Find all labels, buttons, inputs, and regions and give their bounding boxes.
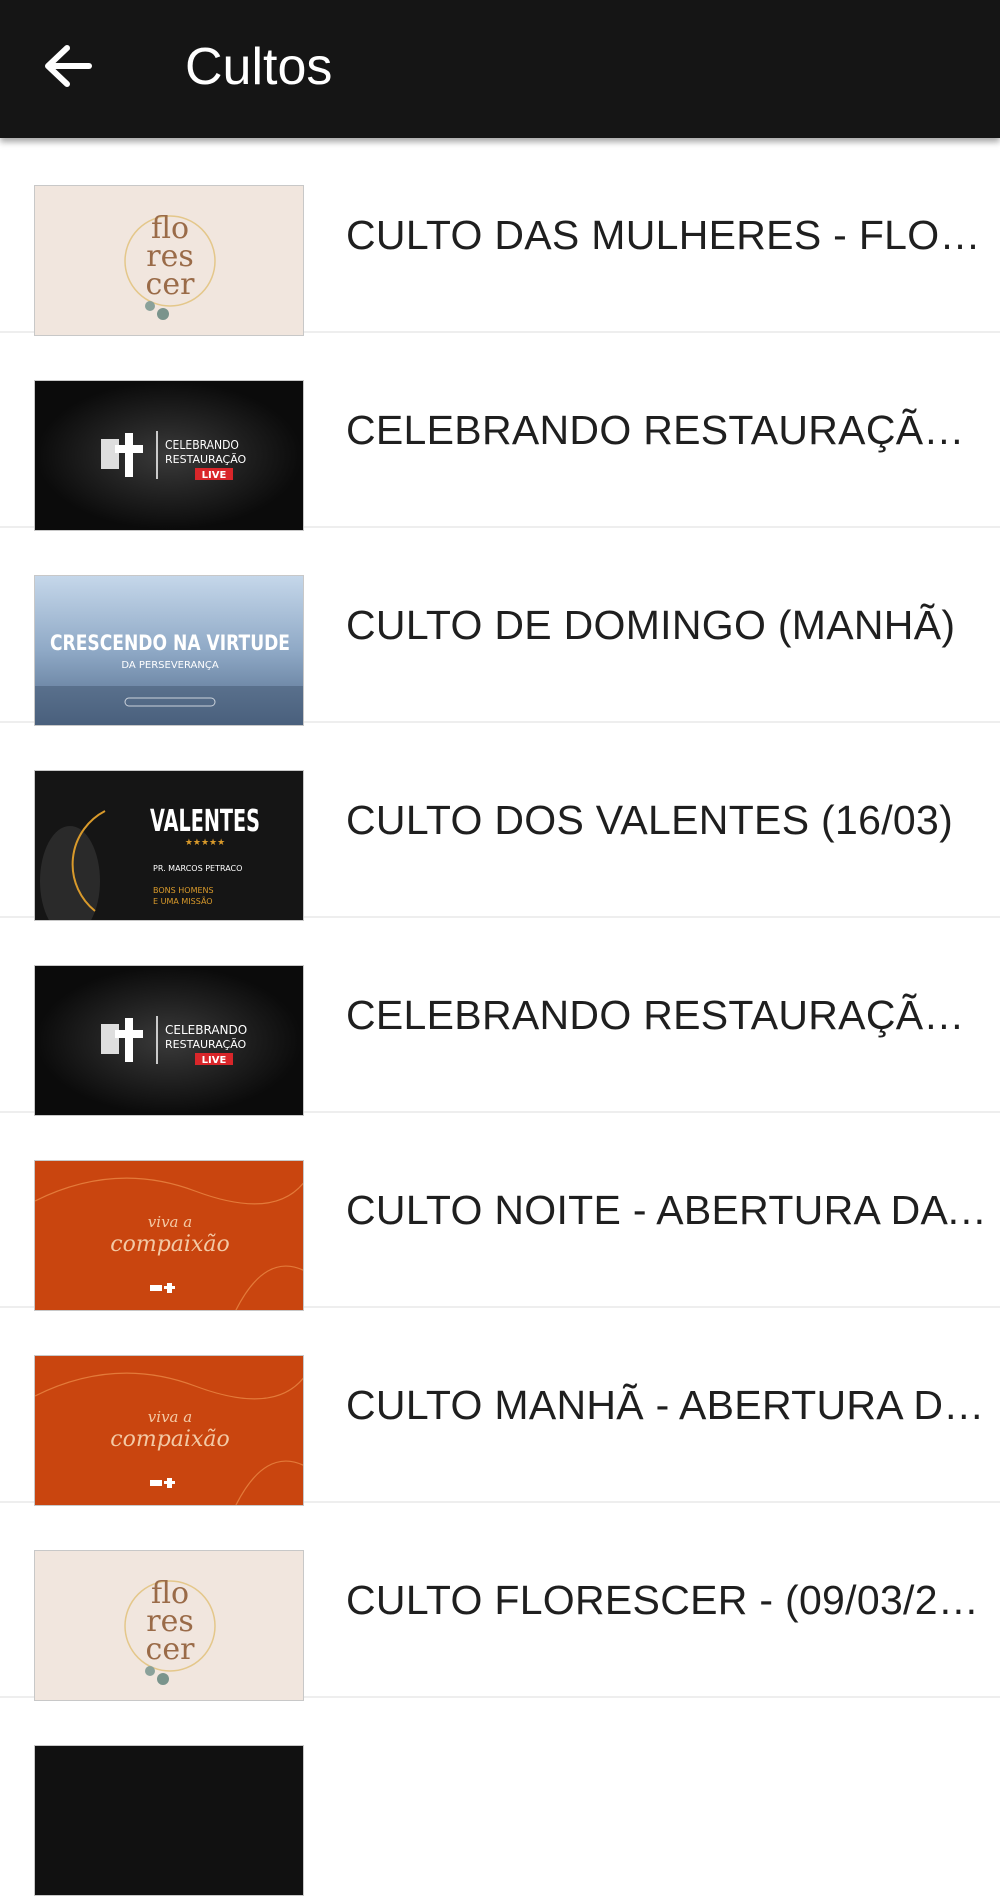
list-item[interactable]: viva a compaixão CULTO NOITE - ABERTURA …: [0, 1113, 1000, 1311]
list-item[interactable]: flo res cer CULTO DAS MULHERES - FLORESC…: [0, 138, 1000, 336]
back-button[interactable]: [40, 38, 96, 94]
list-item[interactable]: [0, 1698, 1000, 1896]
thumbnail-compaixao: viva a compaixão: [34, 1160, 304, 1311]
thumbnail-dark: [34, 1745, 304, 1896]
live-badge: LIVE: [202, 1055, 227, 1066]
list-item[interactable]: VALENTES ★★★★★ PR. MARCOS PETRACO BONS H…: [0, 723, 1000, 921]
celebrando-line1: CELEBRANDO: [165, 1023, 247, 1037]
valentes-l1: PR. MARCOS PETRACO: [153, 864, 242, 873]
thumbnail-compaixao: viva a compaixão: [34, 1355, 304, 1506]
compaixao-line2: compaixão: [110, 1427, 229, 1452]
list-item[interactable]: CELEBRANDO RESTAURAÇÃO LIVE CELEBRANDO R…: [0, 918, 1000, 1116]
item-title: CELEBRANDO RESTAURAÇÃO LIVE: [346, 407, 996, 453]
item-title: CULTO NOITE - ABERTURA DA CAMPANHA: [346, 1187, 996, 1233]
list-item[interactable]: viva a compaixão CULTO MANHÃ - ABERTURA …: [0, 1308, 1000, 1506]
celebrando-line1: CELEBRANDO: [165, 438, 239, 452]
item-title: CELEBRANDO RESTAURAÇÃO LIVE: [346, 992, 996, 1038]
valentes-l3: E UMA MISSÃO: [153, 896, 213, 906]
crescendo-sub: DA PERSEVERANÇA: [121, 660, 219, 671]
valentes-l2: BONS HOMENS: [153, 886, 214, 895]
thumbnail-celebrando: CELEBRANDO RESTAURAÇÃO LIVE: [34, 380, 304, 531]
thumbnail-florescer: flo res cer: [34, 1550, 304, 1701]
florescer-line3: cer: [146, 1632, 196, 1667]
valentes-headline: VALENTES: [150, 804, 260, 839]
compaixao-line1: viva a: [148, 1213, 192, 1231]
item-title: CULTO DAS MULHERES - FLORESCER: [346, 212, 996, 258]
compaixao-line2: compaixão: [110, 1232, 229, 1257]
thumbnail-valentes: VALENTES ★★★★★ PR. MARCOS PETRACO BONS H…: [34, 770, 304, 921]
arrow-left-icon: [45, 45, 92, 87]
list-item[interactable]: flo res cer CULTO FLORESCER - (09/03/202…: [0, 1503, 1000, 1701]
compaixao-line1: viva a: [148, 1408, 192, 1426]
list-item[interactable]: CRESCENDO NA VIRTUDE DA PERSEVERANÇA CUL…: [0, 528, 1000, 726]
celebrando-line2: RESTAURAÇÃO: [165, 453, 247, 466]
celebrando-line2: RESTAURAÇÃO: [165, 1038, 247, 1051]
live-badge: LIVE: [202, 470, 227, 481]
svg-text:★★★★★: ★★★★★: [185, 837, 225, 847]
florescer-line3: cer: [146, 267, 196, 302]
list-item[interactable]: CELEBRANDO RESTAURAÇÃO LIVE CELEBRANDO R…: [0, 333, 1000, 531]
page-title: Cultos: [185, 38, 333, 96]
item-title: CULTO DE DOMINGO (MANHÃ): [346, 602, 956, 648]
thumbnail-celebrando: CELEBRANDO RESTAURAÇÃO LIVE: [34, 965, 304, 1116]
item-title: CULTO MANHÃ - ABERTURA DA CAMPANHA: [346, 1382, 996, 1428]
item-title: CULTO FLORESCER - (09/03/2024): [346, 1577, 996, 1623]
thumbnail-florescer: flo res cer: [34, 185, 304, 336]
item-title: CULTO DOS VALENTES (16/03): [346, 797, 954, 843]
cultos-list: flo res cer CULTO DAS MULHERES - FLORESC…: [0, 138, 1000, 1896]
thumbnail-crescendo: CRESCENDO NA VIRTUDE DA PERSEVERANÇA: [34, 575, 304, 726]
item-title: [346, 1698, 996, 1893]
crescendo-headline: CRESCENDO NA VIRTUDE: [50, 631, 290, 655]
app-bar: Cultos: [0, 0, 1000, 138]
